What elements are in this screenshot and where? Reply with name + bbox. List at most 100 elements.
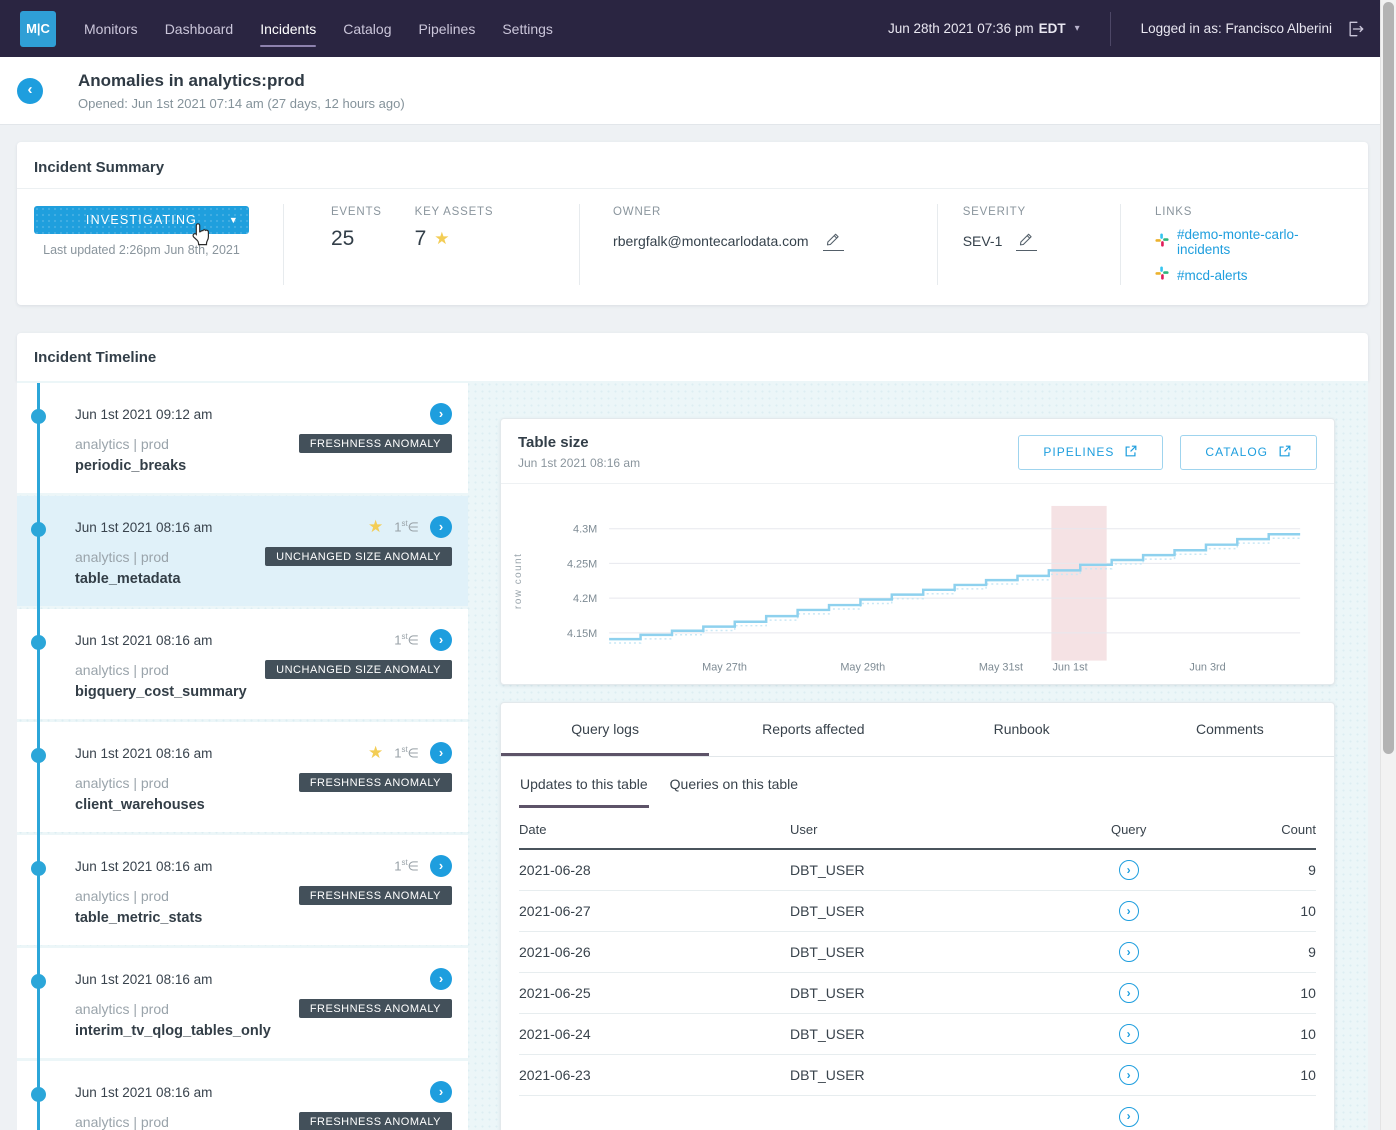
table-row-partial: › bbox=[519, 1096, 1316, 1130]
datetime-dropdown[interactable]: Jun 28th 2021 07:36 pm EDT ▾ bbox=[888, 21, 1080, 36]
tab-comments[interactable]: Comments bbox=[1126, 703, 1334, 756]
open-incident-chevron-button[interactable]: › bbox=[430, 629, 452, 651]
anomaly-type-badge: FRESHNESS ANOMALY bbox=[299, 434, 452, 453]
timeline-item-date: Jun 1st 2021 08:16 am bbox=[75, 1085, 212, 1100]
star-icon[interactable]: ★ bbox=[368, 517, 383, 537]
svg-text:Jun 1st: Jun 1st bbox=[1052, 662, 1087, 674]
table-size-title: Table size bbox=[518, 434, 640, 451]
timeline-list: Jun 1st 2021 09:12 am › analytics | prod… bbox=[17, 383, 468, 1130]
timeline-item[interactable]: Jun 1st 2021 08:16 am 1st∈ › analytics |… bbox=[17, 835, 468, 945]
cell-user: DBT_USER bbox=[790, 1067, 1037, 1083]
slack-icon bbox=[1155, 233, 1169, 252]
open-incident-chevron-button[interactable]: › bbox=[430, 742, 452, 764]
star-icon: ★ bbox=[434, 229, 449, 249]
edit-owner-pencil-icon[interactable] bbox=[823, 230, 844, 251]
first-occurrence-icon[interactable]: 1st∈ bbox=[394, 519, 419, 535]
chevron-left-icon: ‹ bbox=[28, 81, 33, 98]
first-occurrence-icon[interactable]: 1st∈ bbox=[394, 858, 419, 874]
timeline-item[interactable]: Jun 1st 2021 08:16 am › analytics | prod… bbox=[17, 948, 468, 1058]
status-last-updated: Last updated 2:26pm Jun 8th, 2021 bbox=[34, 243, 249, 257]
timeline-item[interactable]: Jun 1st 2021 08:16 am › analytics | prod… bbox=[17, 1061, 468, 1130]
anomaly-type-badge: FRESHNESS ANOMALY bbox=[299, 1112, 452, 1130]
timeline-item-date: Jun 1st 2021 08:16 am bbox=[75, 859, 212, 874]
view-query-chevron-button[interactable]: › bbox=[1119, 1065, 1139, 1085]
edit-severity-pencil-icon[interactable] bbox=[1016, 230, 1037, 251]
anomaly-type-badge: UNCHANGED SIZE ANOMALY bbox=[265, 660, 452, 679]
datetime-label: Jun 28th 2021 07:36 pm bbox=[888, 21, 1034, 36]
nav-item-monitors[interactable]: Monitors bbox=[84, 0, 138, 57]
timeline-item[interactable]: Jun 1st 2021 08:16 am ★ 1st∈ › analytics… bbox=[17, 722, 468, 832]
timeline-item-dataset: analytics | prod bbox=[75, 775, 169, 791]
back-button[interactable]: ‹ bbox=[17, 78, 43, 104]
open-incident-chevron-button[interactable]: › bbox=[430, 403, 452, 425]
timeline-item-date: Jun 1st 2021 08:16 am bbox=[75, 633, 212, 648]
slack-channel-link[interactable]: #mcd-alerts bbox=[1177, 268, 1248, 283]
subtab-updates-to-this-table[interactable]: Updates to this table bbox=[519, 776, 649, 808]
scrollbar-thumb[interactable] bbox=[1383, 2, 1394, 754]
detail-tabs: Query logs Reports affected Runbook Comm… bbox=[501, 703, 1334, 757]
svg-text:Jun 3rd: Jun 3rd bbox=[1189, 662, 1225, 674]
view-query-chevron-button[interactable]: › bbox=[1119, 942, 1139, 962]
nav-item-catalog[interactable]: Catalog bbox=[343, 0, 391, 57]
column-header-date: Date bbox=[519, 822, 790, 837]
tab-query-logs[interactable]: Query logs bbox=[501, 703, 709, 756]
first-occurrence-icon[interactable]: 1st∈ bbox=[394, 745, 419, 761]
timeline-item[interactable]: Jun 1st 2021 08:16 am 1st∈ › analytics |… bbox=[17, 609, 468, 719]
status-dropdown-button[interactable]: INVESTIGATING ▼ bbox=[34, 206, 249, 234]
catalog-button[interactable]: CATALOG bbox=[1180, 435, 1317, 470]
external-link-icon bbox=[1278, 444, 1292, 461]
owner-value: rbergfalk@montecarlodata.com bbox=[613, 233, 809, 249]
timeline-item-table: periodic_breaks bbox=[75, 458, 452, 474]
page-header-text: Anomalies in analytics:prod Opened: Jun … bbox=[78, 71, 405, 111]
divider bbox=[579, 204, 580, 285]
status-label: INVESTIGATING bbox=[86, 213, 197, 227]
tab-reports-affected[interactable]: Reports affected bbox=[709, 703, 917, 756]
view-query-chevron-button[interactable]: › bbox=[1119, 1024, 1139, 1044]
open-incident-chevron-button[interactable]: › bbox=[430, 968, 452, 990]
cell-user: DBT_USER bbox=[790, 862, 1037, 878]
nav-item-dashboard[interactable]: Dashboard bbox=[165, 0, 234, 57]
open-incident-chevron-button[interactable]: › bbox=[430, 855, 452, 877]
timeline-dot-icon bbox=[31, 974, 46, 989]
slack-channel-link[interactable]: #demo-monte-carlo-incidents bbox=[1177, 227, 1351, 257]
timeline-item-table: table_metadata bbox=[75, 571, 452, 587]
table-size-chart: 4.3M4.25M4.2M4.15MMay 27thMay 29thMay 31… bbox=[501, 484, 1334, 684]
nav-item-incidents[interactable]: Incidents bbox=[260, 0, 316, 57]
nav-items: Monitors Dashboard Incidents Catalog Pip… bbox=[84, 0, 553, 57]
nav-item-pipelines[interactable]: Pipelines bbox=[419, 0, 476, 57]
view-query-chevron-button[interactable]: › bbox=[1119, 1107, 1139, 1127]
open-incident-chevron-button[interactable]: › bbox=[430, 1081, 452, 1103]
owner-field: OWNER rbergfalk@montecarlodata.com bbox=[613, 204, 937, 285]
key-assets-value: 7 bbox=[415, 227, 427, 251]
monte-carlo-logo[interactable]: M|C bbox=[20, 11, 56, 47]
cell-date: 2021-06-27 bbox=[519, 903, 790, 919]
cell-date: 2021-06-25 bbox=[519, 985, 790, 1001]
pipelines-button[interactable]: PIPELINES bbox=[1018, 435, 1163, 470]
view-query-chevron-button[interactable]: › bbox=[1119, 860, 1139, 880]
cell-date: 2021-06-23 bbox=[519, 1067, 790, 1083]
view-query-chevron-button[interactable]: › bbox=[1119, 901, 1139, 921]
timeline-item[interactable]: Jun 1st 2021 09:12 am › analytics | prod… bbox=[17, 383, 468, 493]
timeline-item[interactable]: Jun 1st 2021 08:16 am ★ 1st∈ › analytics… bbox=[17, 496, 468, 606]
star-icon[interactable]: ★ bbox=[368, 743, 383, 763]
first-occurrence-icon[interactable]: 1st∈ bbox=[394, 632, 419, 648]
vertical-scrollbar bbox=[1380, 0, 1396, 1130]
cell-count: 9 bbox=[1220, 862, 1316, 878]
view-query-chevron-button[interactable]: › bbox=[1119, 983, 1139, 1003]
events-stat: EVENTS 25 bbox=[331, 204, 415, 285]
subtab-queries-on-this-table[interactable]: Queries on this table bbox=[669, 776, 799, 808]
timeline-item-date: Jun 1st 2021 08:16 am bbox=[75, 972, 212, 987]
incident-timeline-title: Incident Timeline bbox=[17, 333, 1368, 381]
svg-text:4.2M: 4.2M bbox=[573, 593, 597, 605]
anomaly-type-badge: FRESHNESS ANOMALY bbox=[299, 773, 452, 792]
timeline-item-table: table_metric_stats bbox=[75, 910, 452, 926]
nav-item-settings[interactable]: Settings bbox=[502, 0, 553, 57]
logout-icon[interactable] bbox=[1346, 19, 1366, 39]
timeline-dot-icon bbox=[31, 635, 46, 650]
open-incident-chevron-button[interactable]: › bbox=[430, 516, 452, 538]
table-size-header-text: Table size Jun 1st 2021 08:16 am bbox=[518, 434, 640, 470]
cell-user: DBT_USER bbox=[790, 985, 1037, 1001]
timeline-dot-icon bbox=[31, 409, 46, 424]
tab-runbook[interactable]: Runbook bbox=[918, 703, 1126, 756]
cell-count: 10 bbox=[1220, 903, 1316, 919]
